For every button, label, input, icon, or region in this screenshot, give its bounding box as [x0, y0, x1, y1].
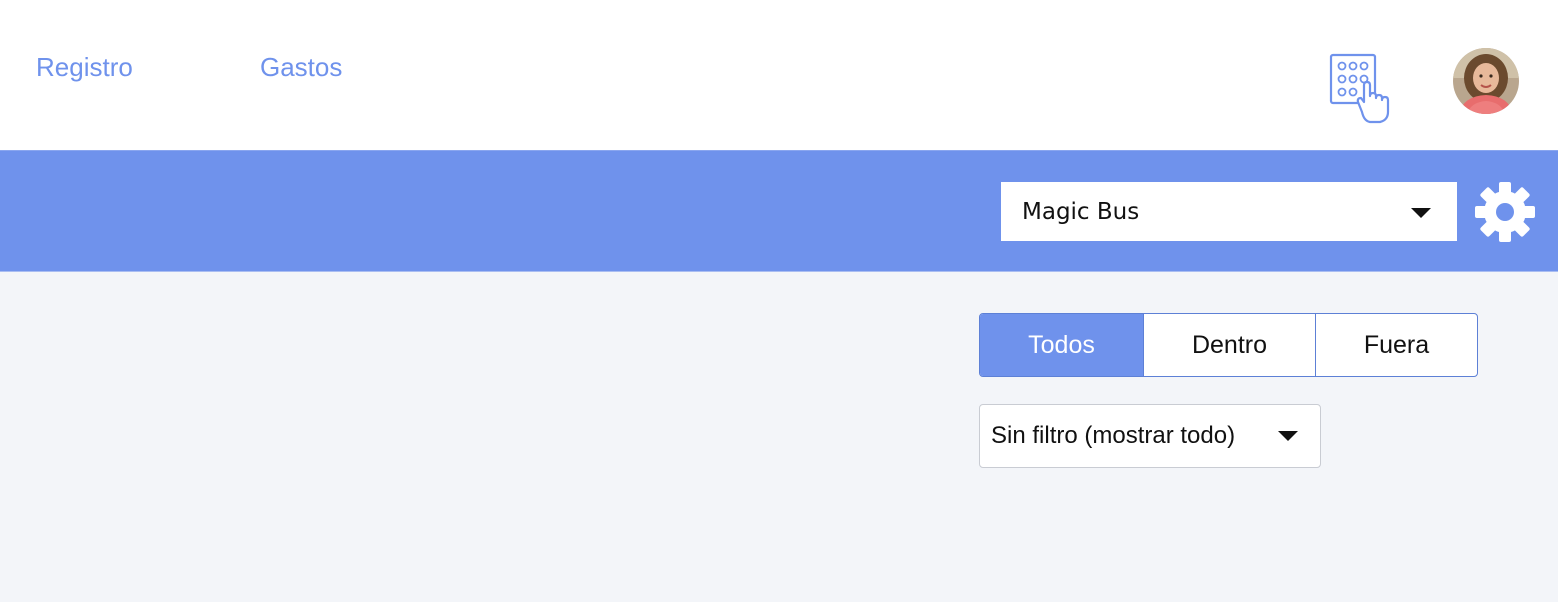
- location-segmented-control: Todos Dentro Fuera: [979, 313, 1478, 377]
- filter-select-value: Sin filtro (mostrar todo): [991, 422, 1236, 449]
- vehicle-select-value: Magic Bus: [1022, 198, 1140, 225]
- nav-link-gastos[interactable]: Gastos: [260, 52, 342, 82]
- user-avatar[interactable]: [1453, 48, 1519, 114]
- filter-select[interactable]: Sin filtro (mostrar todo): [979, 404, 1321, 468]
- segment-todos[interactable]: Todos: [980, 314, 1143, 376]
- app-page: Registro Gastos Magic Bus Todos Dentro F…: [0, 0, 1558, 602]
- nav-link-registro[interactable]: Registro: [36, 52, 133, 82]
- keypad-hand-icon[interactable]: [1328, 52, 1398, 126]
- segment-fuera[interactable]: Fuera: [1315, 314, 1477, 376]
- toolbar: Magic Bus: [0, 150, 1558, 272]
- chevron-down-icon: [1278, 431, 1298, 441]
- chevron-down-icon: [1411, 208, 1431, 218]
- segment-dentro[interactable]: Dentro: [1143, 314, 1315, 376]
- gear-icon[interactable]: [1474, 181, 1536, 243]
- top-navigation: Registro Gastos: [0, 0, 1558, 150]
- vehicle-select[interactable]: Magic Bus: [1001, 182, 1457, 241]
